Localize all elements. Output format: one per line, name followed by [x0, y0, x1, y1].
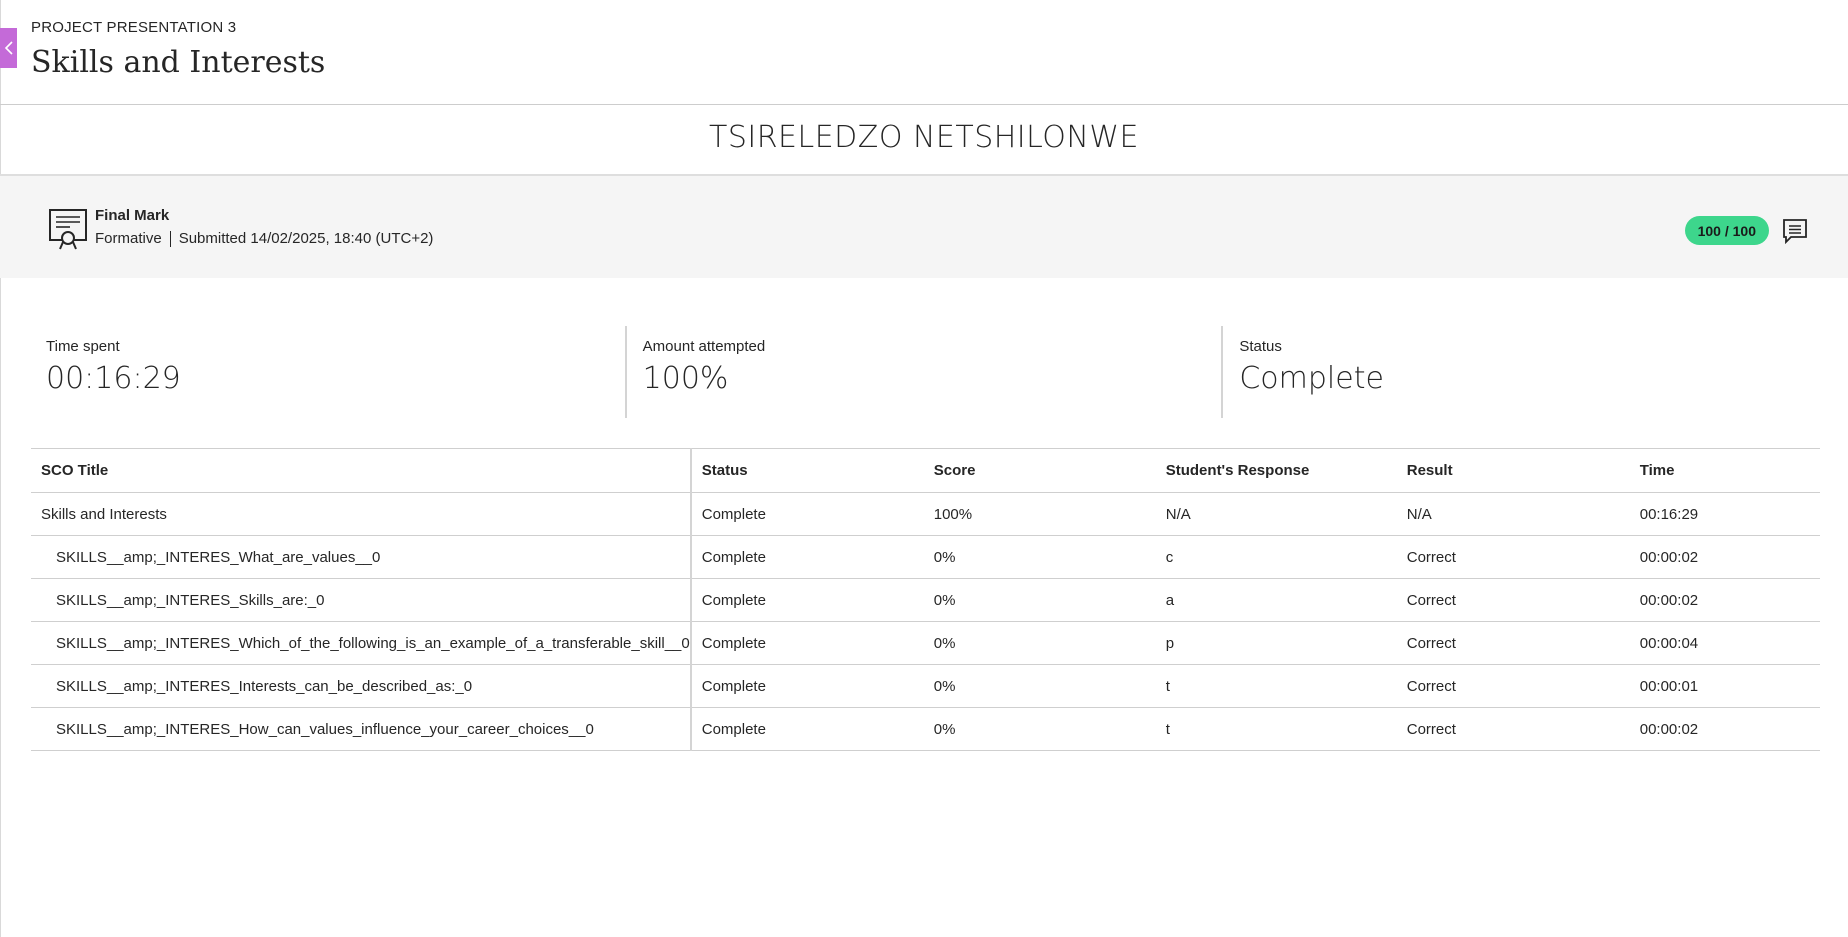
student-name: TSIRELEDZO NETSHILONWE: [709, 120, 1139, 155]
cell-status: Complete: [690, 707, 924, 751]
cell-result: Correct: [1396, 664, 1630, 708]
cell-status: Complete: [690, 664, 924, 708]
stat-label: Status: [1239, 338, 1282, 355]
cell-time: 00:00:02: [1629, 578, 1820, 622]
table-row: SKILLS__amp;_INTERES_Which_of_the_follow…: [31, 621, 1820, 665]
cell-response: t: [1155, 664, 1397, 708]
cell-result: N/A: [1396, 492, 1630, 536]
cell-score: 0%: [923, 664, 1156, 708]
table-row: SKILLS__amp;_INTERES_How_can_values_infl…: [31, 707, 1820, 751]
page-header: PROJECT PRESENTATION 3 Skills and Intere…: [31, 19, 325, 80]
cell-time: 00:00:02: [1629, 707, 1820, 751]
submission-date: Submitted 14/02/2025, 18:40 (UTC+2): [178, 230, 434, 247]
cell-response: t: [1155, 707, 1397, 751]
cell-score: 0%: [923, 535, 1156, 579]
breadcrumb: PROJECT PRESENTATION 3: [31, 19, 237, 36]
cell-sco-title: SKILLS__amp;_INTERES_How_can_values_infl…: [31, 707, 692, 751]
stat-label: Amount attempted: [642, 338, 766, 355]
cell-time: 00:00:02: [1629, 535, 1820, 579]
cell-response: N/A: [1155, 492, 1397, 536]
comment-icon[interactable]: [1782, 218, 1808, 244]
cell-status: Complete: [690, 578, 924, 622]
cell-status: Complete: [690, 621, 924, 665]
certificate-icon: [49, 209, 87, 250]
cell-result: Correct: [1396, 707, 1630, 751]
cell-result: Correct: [1396, 578, 1630, 622]
cell-response: a: [1155, 578, 1397, 622]
grade-type: Formative: [95, 230, 162, 247]
stat-time-spent: Time spent 00:16:29: [30, 326, 625, 418]
page-title: Skills and Interests: [31, 45, 326, 80]
cell-score: 0%: [923, 707, 1156, 751]
cell-sco-title: SKILLS__amp;_INTERES_What_are_values__0: [31, 535, 692, 579]
cell-score: 100%: [923, 492, 1156, 536]
cell-response: p: [1155, 621, 1397, 665]
cell-time: 00:16:29: [1629, 492, 1820, 536]
table-row: Skills and Interests Complete 100% N/A N…: [31, 492, 1820, 536]
meta-separator: [169, 230, 171, 247]
stat-label: Time spent: [46, 338, 120, 355]
cell-status: Complete: [690, 535, 924, 579]
cell-sco-title: SKILLS__amp;_INTERES_Skills_are:_0: [31, 578, 692, 622]
header-divider: [0, 104, 1848, 105]
column-header-score: Score: [923, 448, 1156, 493]
stat-value: Complete: [1239, 361, 1384, 396]
cell-time: 00:00:01: [1629, 664, 1820, 708]
grade-bar: Final Mark Formative Submitted 14/02/202…: [0, 174, 1848, 278]
cell-status: Complete: [690, 492, 924, 536]
column-header-result: Result: [1396, 448, 1630, 493]
column-header-sco-title: SCO Title: [31, 448, 692, 493]
grade-title: Final Mark: [95, 207, 170, 224]
table-row: SKILLS__amp;_INTERES_What_are_values__0 …: [31, 535, 1820, 579]
cell-sco-title: SKILLS__amp;_INTERES_Which_of_the_follow…: [31, 621, 692, 665]
cell-time: 00:00:04: [1629, 621, 1820, 665]
back-button[interactable]: [0, 28, 17, 68]
column-header-status: Status: [690, 448, 924, 493]
cell-score: 0%: [923, 578, 1156, 622]
cell-result: Correct: [1396, 535, 1630, 579]
stat-value: 100%: [642, 361, 729, 396]
attempt-stats: Time spent 00:16:29 Amount attempted 100…: [30, 326, 1818, 418]
cell-result: Correct: [1396, 621, 1630, 665]
stat-value: 00:16:29: [46, 361, 181, 396]
grade-pill[interactable]: 100 / 100: [1684, 216, 1769, 245]
cell-sco-title: SKILLS__amp;_INTERES_Interests_can_be_de…: [31, 664, 692, 708]
cell-score: 0%: [923, 621, 1156, 665]
sco-table: SCO Title Status Score Student's Respons…: [31, 448, 1820, 751]
cell-response: c: [1155, 535, 1397, 579]
table-row: SKILLS__amp;_INTERES_Interests_can_be_de…: [31, 664, 1820, 708]
grade-meta: Formative Submitted 14/02/2025, 18:40 (U…: [95, 230, 433, 247]
chevron-left-icon: [4, 41, 13, 55]
column-header-time: Time: [1629, 448, 1820, 493]
stat-status: Status Complete: [1221, 326, 1818, 418]
column-header-response: Student's Response: [1155, 448, 1397, 493]
cell-sco-title: Skills and Interests: [31, 492, 692, 536]
table-row: SKILLS__amp;_INTERES_Skills_are:_0 Compl…: [31, 578, 1820, 622]
table-header-row: SCO Title Status Score Student's Respons…: [31, 448, 1820, 493]
stat-amount-attempted: Amount attempted 100%: [624, 326, 1222, 418]
